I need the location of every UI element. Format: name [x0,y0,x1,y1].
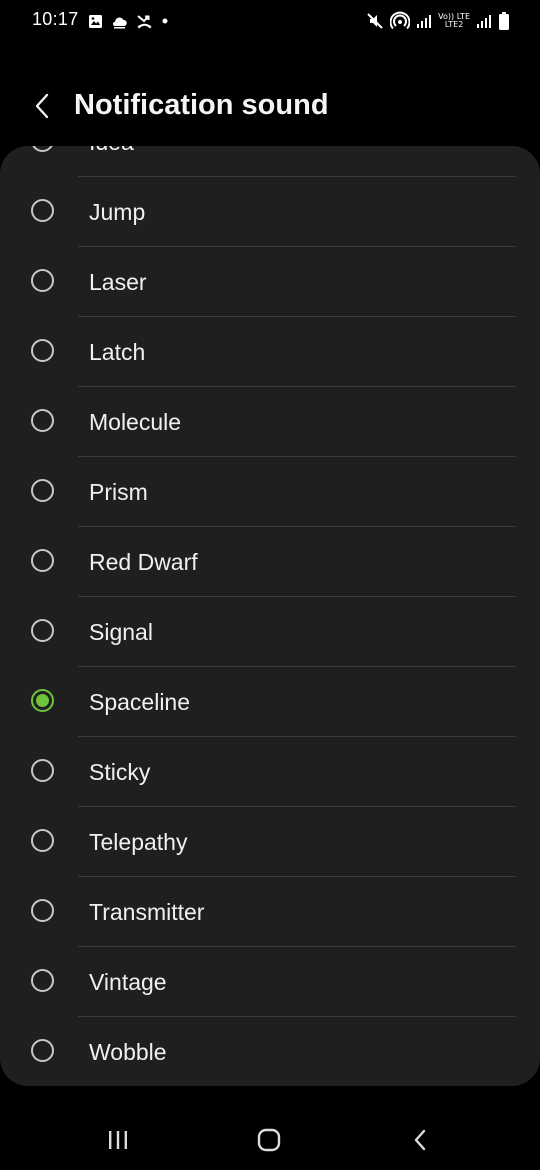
radio-button[interactable] [31,619,54,642]
radio-button[interactable] [31,829,54,852]
home-button[interactable] [249,1120,289,1160]
sound-option-label: Signal [89,619,153,645]
image-icon [89,14,102,28]
sound-option-label: Transmitter [89,899,205,925]
status-left-icons [88,11,169,31]
recents-icon [109,1131,127,1149]
mute-icon [367,13,383,29]
header: Notification sound [0,80,540,134]
sound-option-label: Telepathy [89,829,188,855]
weather-icon [113,17,127,28]
sound-option[interactable]: Sticky [0,737,540,807]
radio-button[interactable] [31,269,54,292]
status-time: 10:17 [32,9,79,29]
sound-option[interactable]: Molecule [0,387,540,457]
sound-list-card: Idea Jump Laser Latch Molecule Prism Red Dwarf… [0,146,540,1086]
chevron-left-icon [35,93,49,119]
sound-option-label: Prism [89,479,148,505]
sound-option[interactable]: Signal [0,597,540,667]
status-bar: 10:17 Vo)) LTE LTE2 [0,0,540,42]
network-type-bottom: LTE2 [444,20,464,29]
recents-button[interactable] [98,1120,138,1160]
sound-list: Idea Jump Laser Latch Molecule Prism Red Dwarf… [0,146,540,1086]
sound-option-label: Molecule [89,409,182,435]
network-type: Vo)) LTE LTE2 [438,13,470,29]
sound-option[interactable]: Laser [0,247,540,317]
sound-option[interactable]: Idea [0,146,540,177]
radio-button[interactable] [31,899,54,922]
radio-button[interactable] [31,146,54,152]
dot-icon [162,18,168,24]
back-icon [414,1129,426,1151]
sound-option-label: Latch [89,339,146,365]
sound-option[interactable]: Latch [0,317,540,387]
radio-button[interactable] [31,409,54,432]
missed-call-icon [137,15,152,29]
sound-option[interactable]: Vintage [0,947,540,1017]
radio-button[interactable] [31,1039,54,1062]
sound-option[interactable]: Spaceline [0,667,540,737]
radio-button[interactable] [31,199,54,222]
radio-button[interactable] [31,759,54,782]
sound-option-label: Laser [89,269,147,295]
sound-option-label: Spaceline [89,689,191,715]
sound-option[interactable]: Transmitter [0,877,540,947]
radio-button[interactable] [31,479,54,502]
battery-icon [499,12,509,30]
sound-option[interactable]: Prism [0,457,540,527]
back-button[interactable] [24,88,60,124]
sound-option-label: Idea [89,146,134,156]
status-right-icons: Vo)) LTE LTE2 [366,9,510,33]
sound-option-label: Wobble [89,1039,167,1065]
radio-button-checked[interactable] [31,689,54,712]
page-title: Notification sound [74,89,329,121]
signal-icon [477,15,491,28]
radio-button[interactable] [31,969,54,992]
home-icon [257,1128,281,1152]
sound-option[interactable]: Jump [0,177,540,247]
radio-button[interactable] [31,339,54,362]
sound-option-label: Vintage [89,969,167,995]
sound-option-label: Sticky [89,759,151,785]
sound-option-label: Jump [89,199,146,225]
sound-option[interactable]: Telepathy [0,807,540,877]
sound-option[interactable]: Red Dwarf [0,527,540,597]
navigation-bar [0,1100,540,1170]
hotspot-icon [390,11,411,30]
screen: 10:17 Vo)) LTE LTE2 Notification sound J… [0,0,540,1170]
nav-back-button[interactable] [400,1120,440,1160]
sound-option-label: Red Dwarf [89,549,198,575]
sound-option[interactable]: Wobble [0,1017,540,1086]
signal-icon [417,15,432,28]
radio-button[interactable] [31,549,54,572]
